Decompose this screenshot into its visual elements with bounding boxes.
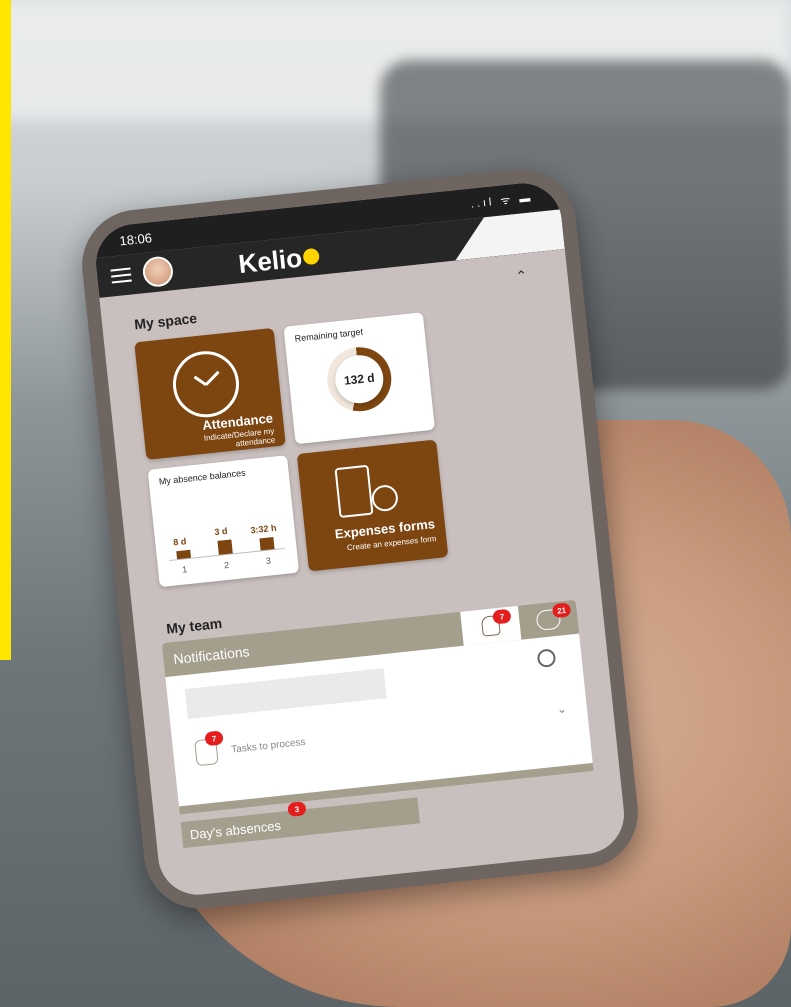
- absence-balances-label: My absence balances: [158, 467, 247, 487]
- person-badge: 7: [492, 608, 512, 625]
- logo-dot-icon: [302, 247, 320, 266]
- my-space-tiles: Attendance Indicate/Declare my attendanc…: [134, 299, 569, 588]
- yellow-accent-bar: [0, 0, 11, 660]
- phone-screen: 18:06 ..ıl ᯤ ▬ Kelio My space ⌃ Attendan…: [92, 179, 628, 899]
- attendance-tile[interactable]: Attendance Indicate/Declare my attendanc…: [134, 327, 286, 460]
- remaining-target-value: 132 d: [332, 352, 386, 406]
- days-absences-badge: 3: [287, 801, 307, 817]
- avatar[interactable]: [141, 255, 175, 289]
- absence-balances-tile[interactable]: My absence balances 8 d 3 d 3:32 h 1 2 3: [147, 455, 300, 588]
- days-absences-label: Day's absences: [189, 817, 282, 842]
- bar-1-category: 1: [181, 564, 188, 575]
- bar-3-value: 3:32 h: [249, 522, 277, 536]
- tasks-badge: 7: [204, 730, 224, 747]
- chevron-up-icon[interactable]: ⌃: [515, 267, 528, 285]
- app-logo: Kelio: [237, 241, 320, 280]
- search-input[interactable]: [184, 668, 387, 719]
- status-icons: ..ıl ᯤ ▬: [470, 191, 534, 211]
- group-badge: 21: [551, 602, 572, 619]
- bar-2-category: 2: [223, 559, 230, 571]
- remaining-target-tile[interactable]: Remaining target 132 d: [283, 312, 435, 445]
- bar-3: [259, 537, 275, 551]
- clock-icon: [169, 347, 243, 421]
- menu-icon[interactable]: [110, 267, 132, 284]
- phone: 18:06 ..ıl ᯤ ▬ Kelio My space ⌃ Attendan…: [76, 163, 644, 915]
- bar-2-value: 3 d: [213, 525, 228, 538]
- coins-icon: [370, 483, 400, 513]
- bar-3-category: 3: [265, 555, 272, 566]
- chevron-down-icon[interactable]: ⌄: [556, 701, 567, 716]
- remaining-target-label: Remaining target: [294, 326, 364, 344]
- calculator-icon: [334, 464, 374, 519]
- bar-2: [217, 539, 233, 555]
- bar-1-value: 8 d: [172, 536, 187, 548]
- bar-1: [176, 549, 192, 560]
- search-icon[interactable]: [536, 648, 557, 669]
- tasks-icon: 7: [194, 730, 224, 767]
- status-time: 18:06: [118, 229, 153, 248]
- remaining-target-donut: 132 d: [324, 344, 395, 415]
- tasks-label: Tasks to process: [230, 736, 306, 756]
- tasks-row[interactable]: 7 Tasks to process: [194, 729, 307, 767]
- expenses-tile[interactable]: Expenses forms Create an expenses form: [296, 439, 449, 572]
- main-content: My space ⌃ Attendance Indicate/Declare m…: [99, 249, 624, 865]
